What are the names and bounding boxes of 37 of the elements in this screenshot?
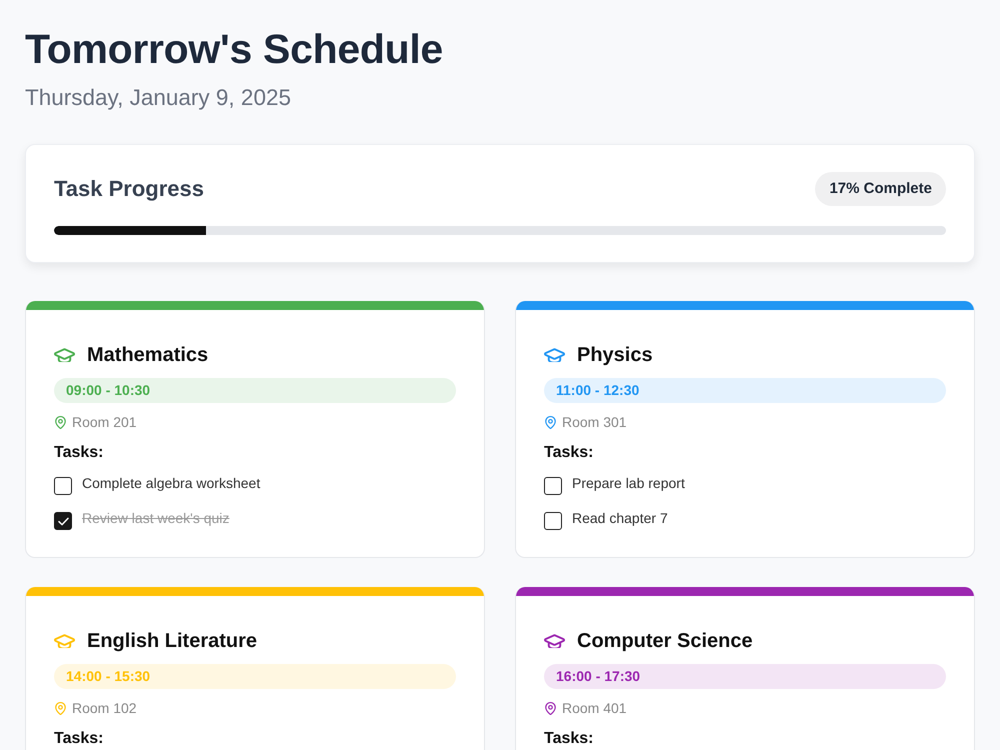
class-title: Mathematics [87,344,208,366]
checkmark-icon [58,516,68,526]
time-pill: 14:00 - 15:30 [54,664,456,689]
class-title: English Literature [87,630,258,652]
graduation-cap-icon [544,348,565,362]
time-pill: 09:00 - 10:30 [54,378,456,403]
task-checkbox[interactable] [544,477,562,495]
progress-title: Task Progress [54,176,204,202]
class-title: Physics [577,344,653,366]
room-label: Room 301 [562,414,627,430]
date-subtitle: Thursday, January 9, 2025 [25,84,292,112]
tasks-heading: Tasks: [544,729,595,749]
location-pin-icon [545,702,556,714]
task-label: Review last week's quiz [82,509,230,528]
completion-badge: 17% Complete [815,172,946,206]
graduation-cap-icon [54,634,75,648]
location-pin-icon [55,702,66,714]
class-title: Computer Science [577,630,753,652]
time-pill: 16:00 - 17:30 [544,664,946,689]
task-checkbox[interactable] [54,512,72,530]
graduation-cap-icon [54,348,75,362]
room-label: Room 201 [72,414,137,430]
location-pin-icon [55,416,66,428]
location-pin-icon [545,416,556,428]
task-checkbox[interactable] [544,512,562,530]
page-title: Tomorrow's Schedule [25,25,444,73]
time-pill: 11:00 - 12:30 [544,378,946,403]
tasks-heading: Tasks: [54,729,105,749]
graduation-cap-icon [544,634,565,648]
task-label: Read chapter 7 [572,509,668,528]
tasks-heading: Tasks: [544,443,595,463]
tasks-heading: Tasks: [54,443,105,463]
task-label: Complete algebra worksheet [82,474,260,493]
task-checkbox[interactable] [54,477,72,495]
room-label: Room 401 [562,700,627,716]
task-label: Prepare lab report [572,474,685,493]
room-label: Room 102 [72,700,137,716]
